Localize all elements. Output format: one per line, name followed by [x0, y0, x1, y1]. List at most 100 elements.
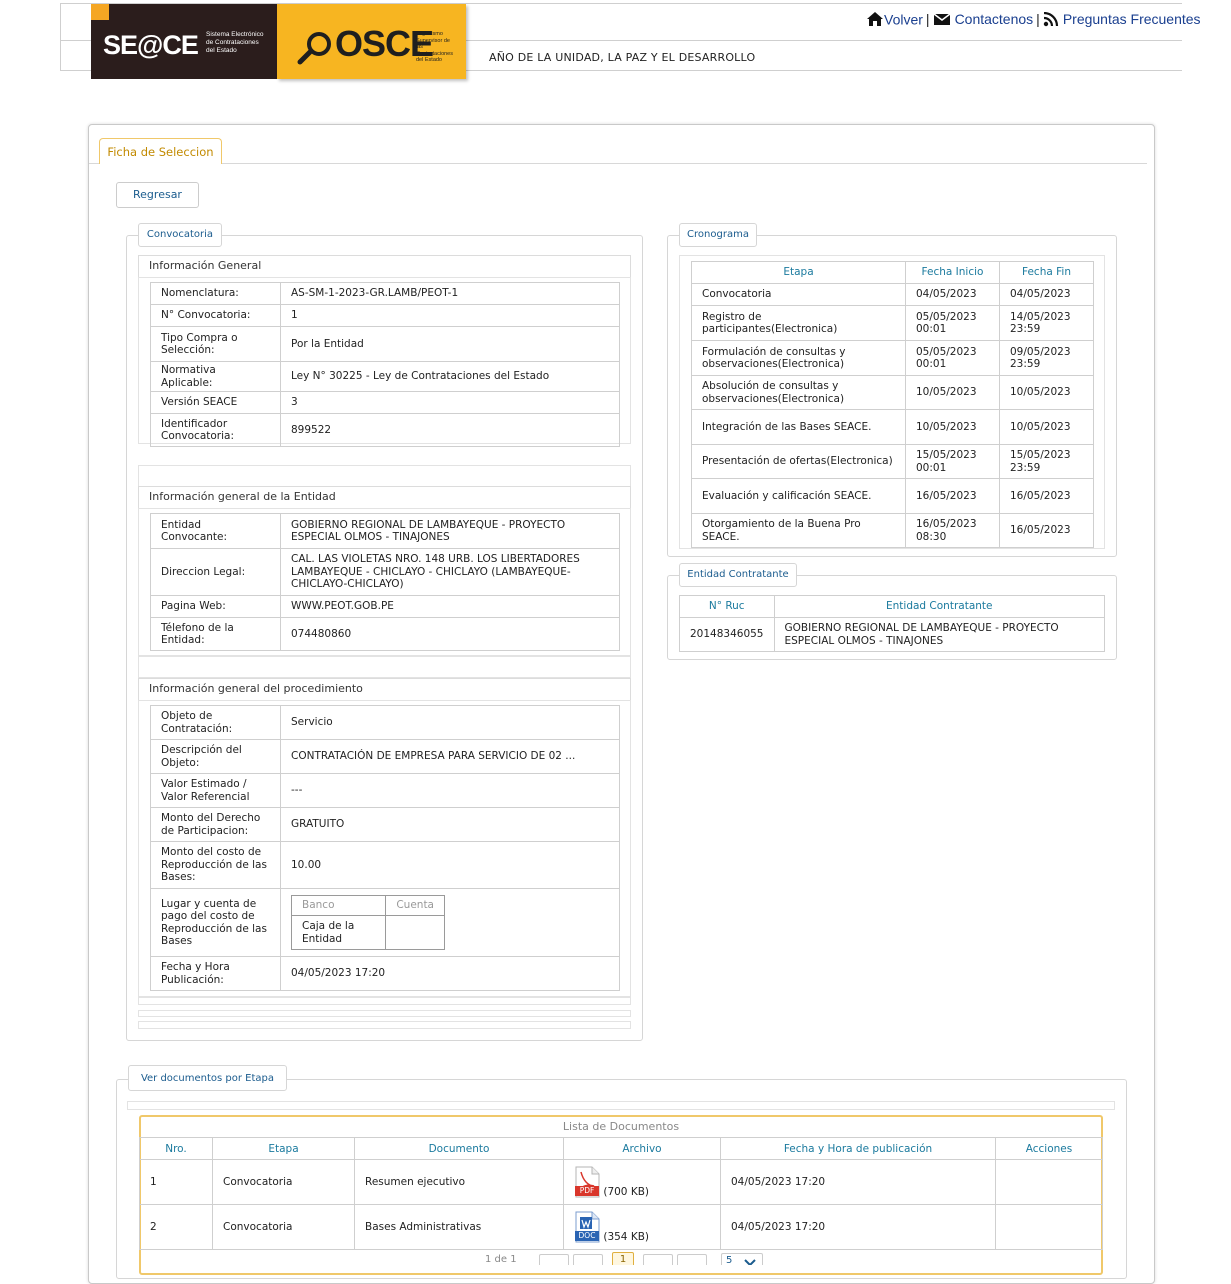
cronograma-legend: Cronograma	[679, 223, 757, 247]
info-general-table: Nomenclatura: AS-SM-1-2023-GR.LAMB/PEOT-1…	[150, 282, 620, 447]
cronograma-box: Etapa Fecha Inicio Fecha Fin Convocatori…	[679, 255, 1105, 549]
label: Lugar y cuenta de pago del costo de Repr…	[150, 888, 281, 957]
documentos-legend[interactable]: Ver documentos por Etapa	[128, 1065, 287, 1091]
doc-icon[interactable]: DOC	[574, 1211, 600, 1243]
seace-logo[interactable]: SE@CE Sistema Electrónico de Contratacio…	[91, 4, 277, 79]
info-entidad-table: Entidad Convocante: GOBIERNO REGIONAL DE …	[150, 513, 620, 651]
seace-logo-tag	[91, 4, 109, 20]
value: Ley N° 30225 - Ley de Contrataciones del…	[280, 361, 620, 392]
cuenta-placeholder: Cuenta	[385, 895, 445, 916]
info-entidad-title: Información general de la Entidad	[138, 486, 631, 509]
spacer-bar	[127, 1101, 1115, 1110]
next-page-button[interactable]	[643, 1254, 673, 1265]
pago-table: Banco Cuenta Caja de la Entidad	[290, 895, 445, 950]
table-row: 2 Convocatoria Bases Administrativas DOC…	[139, 1204, 1103, 1250]
entidad-value: GOBIERNO REGIONAL DE LAMBAYEQUE - PROYEC…	[773, 617, 1105, 652]
fin: 10/05/2023	[999, 409, 1094, 445]
contratante-table: N° Ruc Entidad Contratante 20148346055 G…	[679, 595, 1105, 652]
etapa: Absolución de consultas y observaciones(…	[691, 375, 906, 410]
top-links: Volver | Contactenos | Preguntas Frecuentes	[866, 10, 1201, 27]
spacer-bar	[138, 465, 631, 487]
inicio: 10/05/2023	[905, 375, 1000, 410]
value: Banco Cuenta Caja de la Entidad	[280, 888, 620, 957]
fecha: 04/05/2023 17:20	[720, 1204, 996, 1250]
paginator: 1 de 1 1 5	[141, 1250, 1101, 1265]
inicio: 04/05/2023	[905, 283, 1000, 306]
cuenta-value	[385, 915, 445, 950]
prev-page-button[interactable]	[573, 1254, 603, 1265]
doc-icon-label: DOC	[578, 1231, 596, 1240]
volver-link[interactable]: Volver	[884, 11, 923, 27]
spacer-bar	[138, 1010, 631, 1017]
spacer-bar	[138, 997, 631, 1005]
label: Valor Estimado / Valor Referencial	[150, 773, 281, 808]
acciones	[995, 1204, 1103, 1250]
rss-icon[interactable]	[1043, 11, 1059, 27]
col-fecha-inicio: Fecha Inicio	[905, 261, 1000, 284]
inicio: 05/05/2023 00:01	[905, 305, 1000, 341]
documento: Bases Administrativas	[354, 1204, 564, 1250]
fin: 10/05/2023	[999, 375, 1094, 410]
nro: 2	[139, 1204, 213, 1250]
contactenos-link[interactable]: Contactenos	[955, 11, 1034, 27]
archivo: PDF (700 KB)	[563, 1159, 721, 1205]
fin: 16/05/2023	[999, 478, 1094, 514]
value: CAL. LAS VIOLETAS NRO. 148 URB. LOS LIBE…	[280, 548, 620, 596]
inicio: 16/05/2023	[905, 478, 1000, 514]
tab-ficha-seleccion[interactable]: Ficha de Seleccion	[99, 138, 222, 164]
col-fecha-fin: Fecha Fin	[999, 261, 1094, 284]
link-separator: |	[1036, 11, 1040, 28]
osce-logo[interactable]: OSCE Organismo Supervisor de las Contrat…	[277, 4, 466, 79]
value: Servicio	[280, 705, 620, 740]
ruc-value: 20148346055	[679, 617, 775, 652]
label: Nomenclatura:	[150, 282, 281, 305]
value: 899522	[280, 413, 620, 447]
osce-logo-subtitle: Organismo Supervisor de las Contratacion…	[416, 31, 453, 63]
seace-logo-subtitle: Sistema Electrónico de Contrataciones de…	[206, 31, 264, 54]
value: 10.00	[280, 841, 620, 889]
faq-link[interactable]: Preguntas Frecuentes	[1063, 11, 1201, 27]
etapa: Convocatoria	[212, 1159, 355, 1205]
value: 04/05/2023 17:20	[280, 956, 620, 991]
fin: 09/05/2023 23:59	[999, 340, 1094, 376]
spacer-bar	[138, 1021, 631, 1029]
pdf-icon[interactable]: PDF	[574, 1166, 600, 1198]
col-documento: Documento	[354, 1137, 564, 1160]
info-procedimiento-box: Objeto de Contratación: Servicio Descripc…	[138, 700, 631, 997]
col-archivo: Archivo	[563, 1137, 721, 1160]
col-acciones: Acciones	[995, 1137, 1103, 1160]
table-row: 1 Convocatoria Resumen ejecutivo PDF (70…	[139, 1159, 1103, 1205]
regresar-button[interactable]: Regresar	[116, 182, 199, 208]
col-etapa: Etapa	[212, 1137, 355, 1160]
value: ---	[280, 773, 620, 808]
info-general-title: Información General	[138, 255, 631, 278]
label: Pagina Web:	[150, 595, 281, 618]
last-page-button[interactable]	[677, 1254, 707, 1265]
first-page-button[interactable]	[539, 1254, 569, 1265]
label: Objeto de Contratación:	[150, 705, 281, 740]
etapa: Formulación de consultas y observaciones…	[691, 340, 906, 376]
label: Identificador Convocatoria:	[150, 413, 281, 447]
label: Monto del costo de Reproducción de las B…	[150, 841, 281, 889]
inicio: 05/05/2023 00:01	[905, 340, 1000, 376]
fin: 04/05/2023	[999, 283, 1094, 306]
inicio: 15/05/2023 00:01	[905, 444, 1000, 479]
current-page-button[interactable]: 1	[612, 1252, 634, 1265]
banco-placeholder: Banco	[290, 895, 387, 916]
per-page-select[interactable]: 5	[721, 1253, 763, 1265]
home-icon[interactable]	[866, 11, 884, 27]
archivo: DOC (354 KB)	[563, 1204, 721, 1250]
pdf-icon-label: PDF	[579, 1186, 595, 1195]
envelope-icon[interactable]	[933, 13, 951, 26]
fin: 14/05/2023 23:59	[999, 305, 1094, 341]
value: Por la Entidad	[280, 326, 620, 362]
magnifier-icon	[297, 32, 331, 65]
col-nro: Nro.	[139, 1137, 213, 1160]
label: Télefono de la Entidad:	[150, 617, 281, 651]
value: WWW.PEOT.GOB.PE	[280, 595, 620, 618]
value: AS-SM-1-2023-GR.LAMB/PEOT-1	[280, 282, 620, 305]
convocatoria-legend: Convocatoria	[138, 223, 222, 247]
label: Monto del Derecho de Participacion:	[150, 807, 281, 842]
label: Entidad Convocante:	[150, 513, 281, 549]
value: GRATUITO	[280, 807, 620, 842]
